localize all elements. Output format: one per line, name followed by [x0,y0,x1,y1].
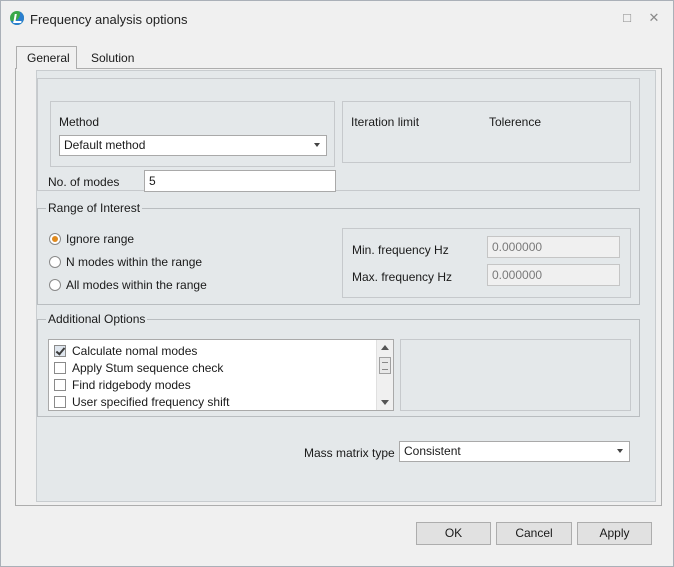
max-frequency-label: Max. frequency Hz [352,270,453,284]
radio-n-modes-label: N modes within the range [66,255,203,269]
mass-matrix-select-value: Consistent [404,444,461,458]
chat-icon[interactable]: □ [619,10,635,26]
iteration-subbox: Iteration limit Tolerence [342,101,631,163]
min-frequency-input[interactable]: 0.000000 [487,236,620,258]
close-icon[interactable]: ✕ [646,10,662,26]
radio-all-modes-label: All modes within the range [66,278,207,292]
general-content: Method Default method Iteration limit To… [36,70,656,502]
frequency-subbox: Min. frequency Hz 0.000000 Max. frequenc… [342,228,631,298]
tolerance-label: Tolerence [489,115,542,129]
general-tab-panel: Method Default method Iteration limit To… [15,68,662,506]
radio-ignore-range-label: Ignore range [66,232,135,246]
additional-options-list[interactable]: Calculate nomal modes Apply Stum sequenc… [48,339,394,411]
additional-options-detail-panel [400,339,631,411]
range-group: Range of Interest Ignore range N modes w… [37,201,640,305]
list-item-label: Calculate nomal modes [72,344,198,358]
method-group: Method Default method Iteration limit To… [37,78,640,192]
tab-solution[interactable]: Solution [81,47,144,69]
radio-n-modes[interactable] [49,256,61,268]
checkbox-rigid-body-modes[interactable] [54,379,66,391]
radio-all-modes[interactable] [49,279,61,291]
tab-general[interactable]: General [16,46,77,69]
mass-matrix-label: Mass matrix type [304,446,395,460]
scroll-down-arrow-icon[interactable] [381,400,389,405]
additional-options-group: Additional Options Calculate nomal modes… [37,312,640,417]
method-label: Method [59,115,100,129]
apply-button[interactable]: Apply [577,522,652,545]
chevron-down-icon [617,449,623,453]
checkbox-calculate-normal-modes[interactable] [54,345,66,357]
cancel-button[interactable]: Cancel [496,522,572,545]
mass-matrix-select[interactable]: Consistent [399,441,630,462]
window-title: Frequency analysis options [30,12,188,27]
modes-input[interactable]: 5 [144,170,336,192]
min-frequency-label: Min. frequency Hz [352,243,449,257]
checkbox-sturm-sequence[interactable] [54,362,66,374]
list-item-label: User specified frequency shift [72,395,230,409]
range-legend: Range of Interest [46,201,143,215]
dialog-window: Frequency analysis options □ ✕ General S… [0,0,674,567]
method-subbox: Method Default method [50,101,335,167]
method-select[interactable]: Default method [59,135,327,156]
method-select-value: Default method [64,138,146,152]
max-frequency-input[interactable]: 0.000000 [487,264,620,286]
chevron-down-icon [314,143,320,147]
modes-label: No. of modes [48,175,120,189]
iteration-limit-label: Iteration limit [351,115,420,129]
list-item-label: Apply Stum sequence check [72,361,224,375]
ok-button[interactable]: OK [416,522,491,545]
scroll-thumb[interactable] [379,357,391,374]
radio-ignore-range[interactable] [49,233,61,245]
app-logo-icon [10,11,24,25]
checkbox-frequency-shift[interactable] [54,396,66,408]
title-bar: Frequency analysis options □ ✕ [1,1,673,37]
scroll-up-arrow-icon[interactable] [381,345,389,350]
list-item-label: Find ridgebody modes [72,378,191,392]
additional-options-legend: Additional Options [46,312,148,326]
list-scrollbar[interactable] [376,340,393,410]
